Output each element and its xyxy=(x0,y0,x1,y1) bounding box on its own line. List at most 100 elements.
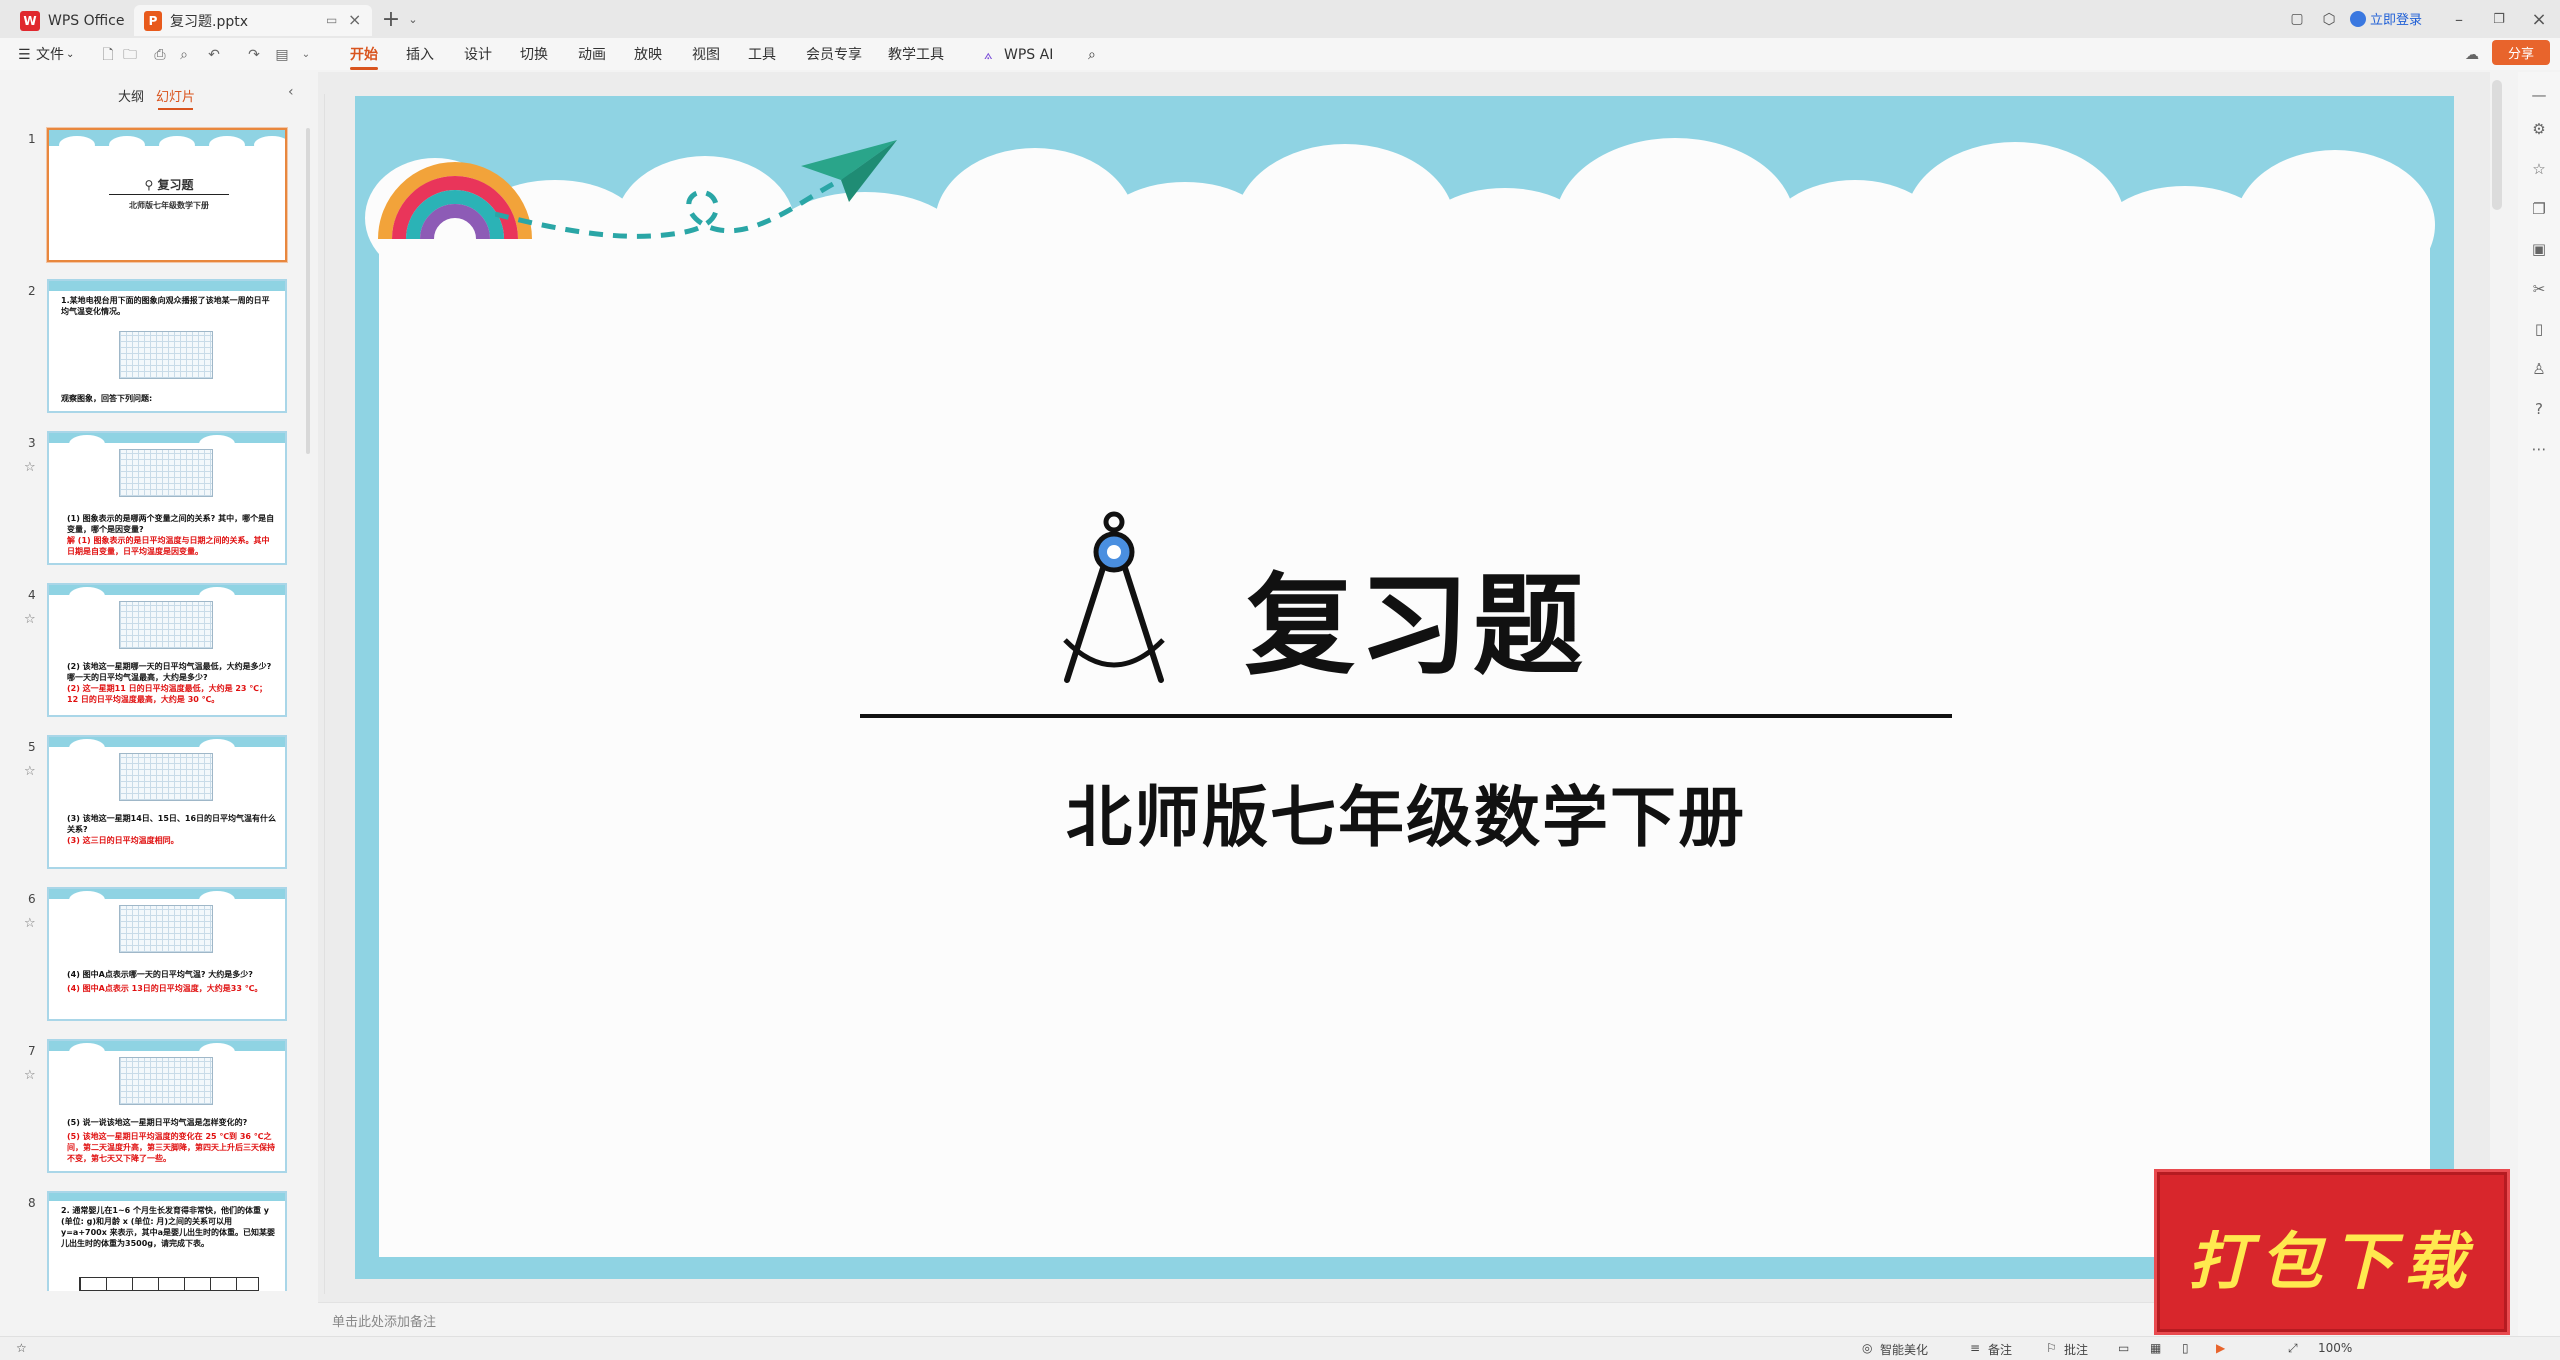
open-folder-icon[interactable]: 🗀 xyxy=(120,46,140,64)
slide-thumb-3[interactable]: (1) 图象表示的是哪两个变量之间的关系? 其中，哪个是自变量，哪个是因变量? … xyxy=(47,431,287,565)
slide-thumb-4[interactable]: (2) 该地这一星期哪一天的日平均气温最低，大约是多少? 哪一天的日平均气温最高… xyxy=(47,583,287,717)
tab-document[interactable]: P 复习题.pptx ▭ × xyxy=(134,5,372,36)
smart-beautify-button[interactable]: 智能美化 xyxy=(1880,1341,1928,1358)
slide-thumb-8[interactable]: 2. 通常婴儿在1~6 个月生长发育得非常快，他们的体重 y (单位: g)和月… xyxy=(47,1191,287,1291)
sliders-icon[interactable]: ⚙ xyxy=(2528,118,2550,140)
window-icon[interactable]: ▢ xyxy=(2286,8,2308,30)
restore-icon[interactable]: ❐ xyxy=(2488,8,2510,30)
normal-view-icon[interactable]: ▭ xyxy=(2118,1341,2129,1355)
slide-thumb-7[interactable]: (5) 说一说该地这一星期日平均气温是怎样变化的? (5) 该地这一星期日平均温… xyxy=(47,1039,287,1173)
book-icon[interactable]: ▯ xyxy=(2528,318,2550,340)
wps-ai-icon: ⟑ xyxy=(984,47,993,63)
star-icon[interactable]: ☆ xyxy=(24,460,36,475)
slide-subtitle[interactable]: 北师版七年级数学下册 xyxy=(860,764,1952,860)
menu-view[interactable]: 视图 xyxy=(692,44,720,66)
play-icon[interactable]: ▶ xyxy=(2216,1341,2225,1355)
chevron-down-icon[interactable]: ⌄ xyxy=(66,44,74,66)
format-painter-icon[interactable]: ▤ xyxy=(272,46,292,64)
slide-number: 3 xyxy=(28,436,36,450)
menu-teaching-tools[interactable]: 教学工具 xyxy=(888,44,944,66)
zoom-level[interactable]: 100% xyxy=(2318,1341,2352,1355)
redo-icon[interactable]: ↷ xyxy=(244,46,264,64)
more-icon[interactable]: ⋯ xyxy=(2528,438,2550,460)
slide-thumb-1[interactable]: ⚲ 复习题 北师版七年级数学下册 xyxy=(47,128,287,262)
star-icon[interactable]: ☆ xyxy=(24,1068,36,1083)
fit-icon[interactable]: ⤢ xyxy=(2288,1341,2298,1356)
title-underline xyxy=(860,714,1952,718)
shirt-icon[interactable]: ♙ xyxy=(2528,358,2550,380)
login-button[interactable]: 立即登录 xyxy=(2350,9,2422,28)
star-icon[interactable]: ☆ xyxy=(24,764,36,779)
vertical-scrollbar[interactable] xyxy=(2492,80,2502,210)
grid-view-icon[interactable]: ▦ xyxy=(2150,1341,2161,1355)
image-icon[interactable]: ▣ xyxy=(2528,238,2550,260)
print-icon[interactable]: ⎙ xyxy=(150,46,170,64)
cube-icon[interactable]: ⬡ xyxy=(2318,8,2340,30)
menu-file[interactable]: 文件 xyxy=(36,44,64,66)
minimize-icon[interactable]: – xyxy=(2448,8,2470,30)
slide-thumb-2[interactable]: 1.某地电视台用下面的图象向观众播报了该地某一周的日平均气温变化情况。 观察图象… xyxy=(47,279,287,413)
notes-icon: ≡ xyxy=(1970,1341,1981,1355)
hamburger-icon[interactable]: ☰ xyxy=(18,44,31,66)
reading-view-icon[interactable]: ▯ xyxy=(2182,1341,2189,1355)
menu-home[interactable]: 开始 xyxy=(350,44,378,70)
menu-slideshow[interactable]: 放映 xyxy=(634,44,662,66)
new-doc-icon[interactable]: 🗋 xyxy=(98,46,118,64)
help-icon[interactable]: ? xyxy=(2528,398,2550,420)
comment-button[interactable]: 批注 xyxy=(2064,1341,2088,1358)
tab-wps-home[interactable]: W WPS Office xyxy=(10,5,138,36)
share-button[interactable]: 分享 xyxy=(2492,40,2550,65)
slide-thumbnail-panel: 大纲 幻灯片 ‹ 1 ⚲ 复习题 北师版七年级数学下册 2 1.某地电视台用下面… xyxy=(0,72,312,1336)
pin-icon[interactable]: ▭ xyxy=(326,13,337,27)
star-icon[interactable]: ☆ xyxy=(24,612,36,627)
notes-button[interactable]: 备注 xyxy=(1988,1341,2012,1358)
chevron-down-icon[interactable]: ⌄ xyxy=(402,8,424,30)
pptx-file-icon: P xyxy=(144,10,162,31)
chevron-down-icon[interactable]: ⌄ xyxy=(296,46,316,64)
tab-label: WPS Office xyxy=(48,12,125,29)
slide-thumb-6[interactable]: (4) 图中A点表示哪一天的日平均气温? 大约是多少? (4) 图中A点表示 1… xyxy=(47,887,287,1021)
menu-transition[interactable]: 切换 xyxy=(520,44,548,66)
thumb-answer: (5) 该地这一星期日平均温度的变化在 25 ℃到 36 ℃之间，第二天温度升高… xyxy=(67,1132,275,1163)
thumb-subtitle: 北师版七年级数学下册 xyxy=(129,201,209,210)
beautify-icon: ◎ xyxy=(1862,1341,1873,1355)
print-preview-icon[interactable]: ⌕ xyxy=(174,46,194,64)
thumb-answer: 解 (1) 图象表示的是日平均温度与日期之间的关系。其中日期是自变量，日平均温度… xyxy=(67,536,270,556)
menu-insert[interactable]: 插入 xyxy=(406,44,434,66)
thumb-text: (4) 图中A点表示哪一天的日平均气温? 大约是多少? xyxy=(67,970,253,979)
star-icon[interactable]: ☆ xyxy=(2528,158,2550,180)
cloud-sync-icon[interactable]: ☁ xyxy=(2462,46,2482,64)
star-icon[interactable]: ☆ xyxy=(16,1341,27,1355)
slide-title[interactable]: 复习题 xyxy=(1245,536,1587,696)
menu-member[interactable]: 会员专享 xyxy=(806,44,862,66)
thumb-title-text: 复习题 xyxy=(157,178,194,192)
search-icon[interactable]: ⌕ xyxy=(1088,44,1096,66)
close-tab-icon[interactable]: × xyxy=(348,10,361,29)
tab-outline[interactable]: 大纲 xyxy=(118,86,144,105)
comment-icon: ⚐ xyxy=(2046,1341,2057,1355)
minus-icon[interactable]: — xyxy=(2528,84,2550,106)
slide-number: 6 xyxy=(28,892,36,906)
thumb-answer: (4) 图中A点表示 13日的日平均温度，大约是33 ℃。 xyxy=(67,984,263,993)
thumb-answer: (3) 这三日的日平均温度相同。 xyxy=(67,836,179,845)
download-promo-badge[interactable]: 打包下载 xyxy=(2157,1172,2507,1332)
close-window-icon[interactable]: × xyxy=(2528,8,2550,30)
panel-scrollbar[interactable] xyxy=(306,128,310,454)
menu-design[interactable]: 设计 xyxy=(464,44,492,66)
undo-icon[interactable]: ↶ xyxy=(204,46,224,64)
new-tab-icon[interactable]: + xyxy=(380,7,402,32)
menu-tools[interactable]: 工具 xyxy=(748,44,776,66)
copy-icon[interactable]: ❐ xyxy=(2528,198,2550,220)
tab-slides[interactable]: 幻灯片 xyxy=(156,86,195,110)
status-bar: ☆ ◎ 智能美化 ≡ 备注 ⚐ 批注 ▭ ▦ ▯ ▶ ⤢ 100% xyxy=(0,1336,2560,1360)
wps-logo-icon: W xyxy=(20,10,40,31)
menu-animation[interactable]: 动画 xyxy=(578,44,606,66)
star-icon[interactable]: ☆ xyxy=(24,916,36,931)
collapse-panel-icon[interactable]: ‹ xyxy=(288,84,294,100)
tools-icon[interactable]: ✂ xyxy=(2528,278,2550,300)
slide-number: 7 xyxy=(28,1044,36,1058)
slide-canvas[interactable]: 复习题 北师版七年级数学下册 xyxy=(355,96,2454,1279)
menu-wps-ai[interactable]: WPS AI xyxy=(1004,44,1053,66)
slide-thumb-5[interactable]: (3) 该地这一星期14日、15日、16日的日平均气温有什么关系? (3) 这三… xyxy=(47,735,287,869)
thumb-text: 2. 通常婴儿在1~6 个月生长发育得非常快，他们的体重 y (单位: g)和月… xyxy=(61,1206,276,1248)
